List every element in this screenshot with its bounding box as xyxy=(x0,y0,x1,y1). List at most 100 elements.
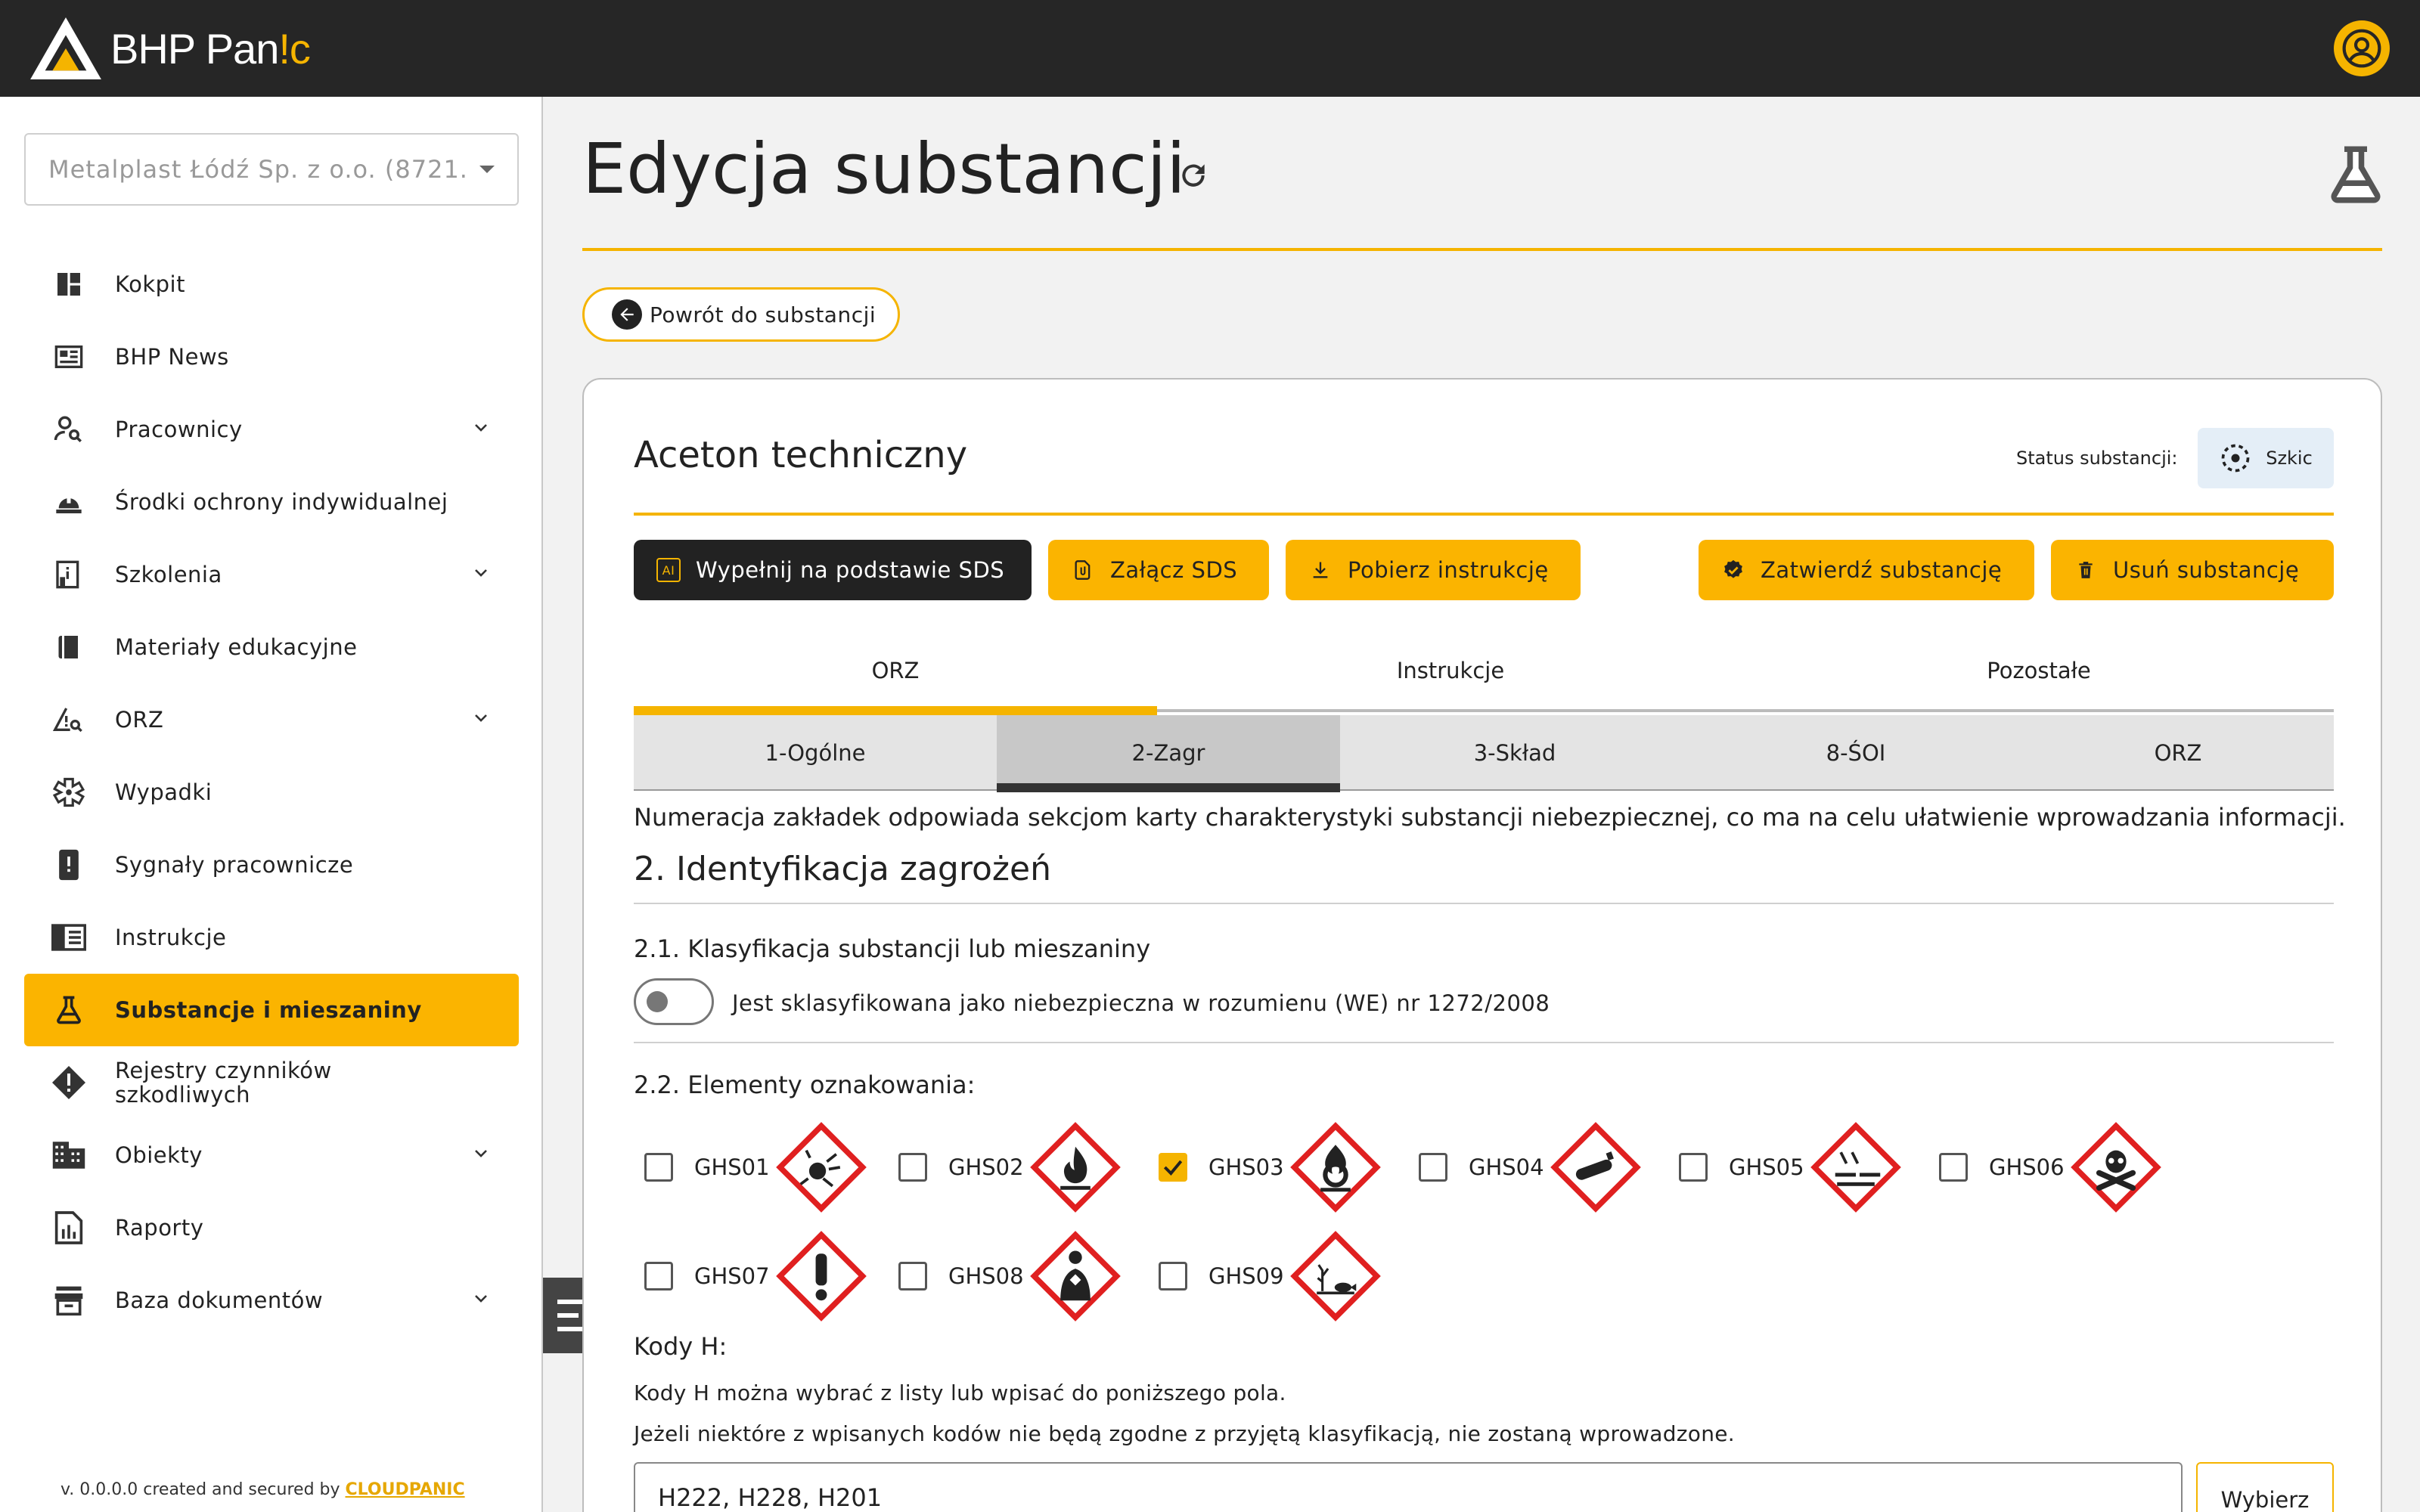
check-icon xyxy=(1163,1160,1183,1176)
h-codes-input[interactable]: H222, H228, H201 xyxy=(634,1462,2183,1512)
ghs02-pictogram-icon[interactable] xyxy=(1028,1120,1122,1214)
ghs01-pictogram-icon[interactable] xyxy=(774,1120,868,1214)
ghs03-pictogram-icon[interactable] xyxy=(1289,1120,1382,1214)
divider xyxy=(634,1042,2334,1043)
fill-from-sds-label: Wypełnij na podstawie SDS xyxy=(696,557,1005,583)
back-button-label: Powrót do substancji xyxy=(650,302,876,327)
user-icon xyxy=(2342,29,2381,68)
sidebar-item-4[interactable]: Środki ochrony indywidualnej xyxy=(24,466,519,538)
archive-icon xyxy=(50,1281,88,1319)
ghs05-pictogram-icon[interactable] xyxy=(1809,1120,1903,1214)
status-badge: Szkic xyxy=(2198,428,2334,488)
company-select[interactable]: Metalplast Łódź Sp. z o.o. (8721... xyxy=(24,133,519,206)
sidebar-item-label: ORZ xyxy=(115,707,164,733)
ghs06-pictogram-icon[interactable] xyxy=(2069,1120,2163,1214)
sidebar: Metalplast Łódź Sp. z o.o. (8721... Kokp… xyxy=(0,97,543,1512)
approve-substance-button[interactable]: Zatwierdź substancję xyxy=(1699,540,2034,600)
section-divider xyxy=(634,903,2334,904)
main-tabs: ORZ Instrukcje Pozostałe xyxy=(634,629,2334,715)
ghs-option-ghs01: GHS01 xyxy=(644,1120,868,1214)
verified-icon xyxy=(1721,558,1745,582)
ghs09-pictogram-icon[interactable] xyxy=(1289,1229,1382,1323)
ghs-label: GHS01 xyxy=(694,1154,770,1180)
download-icon xyxy=(1308,558,1333,582)
download-instruction-label: Pobierz instrukcję xyxy=(1348,557,1549,583)
ghs-checkbox[interactable] xyxy=(1159,1153,1187,1182)
ghs-checkbox[interactable] xyxy=(1679,1153,1708,1182)
ghs-checkbox[interactable] xyxy=(644,1153,673,1182)
sidebar-item-label: Materiały edukacyjne xyxy=(115,634,358,660)
tab-pozostale[interactable]: Pozostałe xyxy=(1744,629,2334,712)
approve-substance-label: Zatwierdź substancję xyxy=(1761,557,2003,583)
fill-from-sds-button[interactable]: AI Wypełnij na podstawie SDS xyxy=(634,540,1032,600)
ghs-checkbox[interactable] xyxy=(1939,1153,1968,1182)
sidebar-item-10[interactable]: Instrukcje xyxy=(24,901,519,974)
alert-diamond-icon xyxy=(50,1064,88,1101)
ghs-checkbox[interactable] xyxy=(898,1262,927,1290)
choose-h-codes-button[interactable]: Wybierz xyxy=(2196,1462,2334,1512)
delete-substance-button[interactable]: Usuń substancję xyxy=(2051,540,2334,600)
tab-section-8[interactable]: 8-ŚOI xyxy=(1689,715,2022,791)
sidebar-item-11[interactable]: Substancje i mieszaniny xyxy=(24,974,519,1046)
dashboard-icon xyxy=(50,265,88,303)
sidebar-item-1[interactable]: Kokpit xyxy=(24,248,519,321)
chevron-down-icon[interactable] xyxy=(473,1291,489,1306)
attach-sds-label: Załącz SDS xyxy=(1110,557,1238,583)
instructions-icon xyxy=(50,919,88,956)
sidebar-item-5[interactable]: Szkolenia xyxy=(24,538,519,611)
tab-orz[interactable]: ORZ xyxy=(634,629,1157,715)
page-title: Edycja substancji xyxy=(582,129,1186,209)
sidebar-item-12[interactable]: Rejestry czynników szkodliwych xyxy=(24,1046,519,1119)
tab-section-2[interactable]: 2-Zagr xyxy=(997,715,1340,792)
chevron-down-icon[interactable] xyxy=(473,711,489,726)
sidebar-item-15[interactable]: Baza dokumentów xyxy=(24,1264,519,1337)
ghs08-pictogram-icon[interactable] xyxy=(1028,1229,1122,1323)
section-note: Numeracja zakładek odpowiada sekcjom kar… xyxy=(634,803,2346,832)
sidebar-item-13[interactable]: Obiekty xyxy=(24,1119,519,1191)
app-logo[interactable]: BHP Pan!c xyxy=(29,15,311,82)
sidebar-item-label: Substancje i mieszaniny xyxy=(115,997,422,1023)
sidebar-item-label: Obiekty xyxy=(115,1142,203,1168)
ghs-checkbox[interactable] xyxy=(898,1153,927,1182)
ghs-label: GHS07 xyxy=(694,1263,770,1289)
hazardous-toggle[interactable] xyxy=(634,978,714,1025)
sidebar-item-14[interactable]: Raporty xyxy=(24,1191,519,1264)
logo-text: BHP Pan!c xyxy=(110,24,311,73)
ghs-checkbox[interactable] xyxy=(1159,1262,1187,1290)
delete-substance-label: Usuń substancję xyxy=(2113,557,2300,583)
download-instruction-button[interactable]: Pobierz instrukcję xyxy=(1286,540,1581,600)
sidebar-item-6[interactable]: Materiały edukacyjne xyxy=(24,611,519,683)
sidebar-item-2[interactable]: BHP News xyxy=(24,321,519,393)
building-icon xyxy=(50,1136,88,1174)
chevron-down-icon[interactable] xyxy=(473,420,489,435)
tab-section-orz[interactable]: ORZ xyxy=(2022,715,2334,791)
sidebar-item-label: Sygnały pracownicze xyxy=(115,852,354,878)
medical-icon xyxy=(50,773,88,811)
training-icon xyxy=(50,556,88,593)
cloudpanic-link[interactable]: CLOUDPANIC xyxy=(346,1480,465,1499)
sidebar-item-label: Raporty xyxy=(115,1215,204,1241)
back-to-substances-button[interactable]: Powrót do substancji xyxy=(582,287,900,342)
sidebar-item-label: Środki ochrony indywidualnej xyxy=(115,489,448,515)
tab-instrukcje[interactable]: Instrukcje xyxy=(1157,629,1744,712)
hard-hat-icon xyxy=(50,483,88,521)
sidebar-item-label: Kokpit xyxy=(115,271,185,297)
ghs-option-ghs08: GHS08 xyxy=(898,1229,1122,1323)
ghs04-pictogram-icon[interactable] xyxy=(1549,1120,1643,1214)
refresh-icon[interactable] xyxy=(1177,159,1210,192)
tab-section-1[interactable]: 1-Ogólne xyxy=(634,715,997,791)
ghs-checkbox[interactable] xyxy=(1419,1153,1447,1182)
attach-sds-button[interactable]: Załącz SDS xyxy=(1048,540,1269,600)
sidebar-item-7[interactable]: ORZ xyxy=(24,683,519,756)
sidebar-item-9[interactable]: Sygnały pracownicze xyxy=(24,829,519,901)
trash-icon xyxy=(2074,558,2098,582)
ghs07-pictogram-icon[interactable] xyxy=(774,1229,868,1323)
ghs-option-ghs05: GHS05 xyxy=(1679,1120,1903,1214)
sidebar-item-8[interactable]: Wypadki xyxy=(24,756,519,829)
sidebar-item-3[interactable]: Pracownicy xyxy=(24,393,519,466)
chevron-down-icon[interactable] xyxy=(473,1146,489,1161)
chevron-down-icon[interactable] xyxy=(473,565,489,581)
ghs-checkbox[interactable] xyxy=(644,1262,673,1290)
tab-section-3[interactable]: 3-Skład xyxy=(1340,715,1689,791)
user-account-button[interactable] xyxy=(2334,20,2390,76)
